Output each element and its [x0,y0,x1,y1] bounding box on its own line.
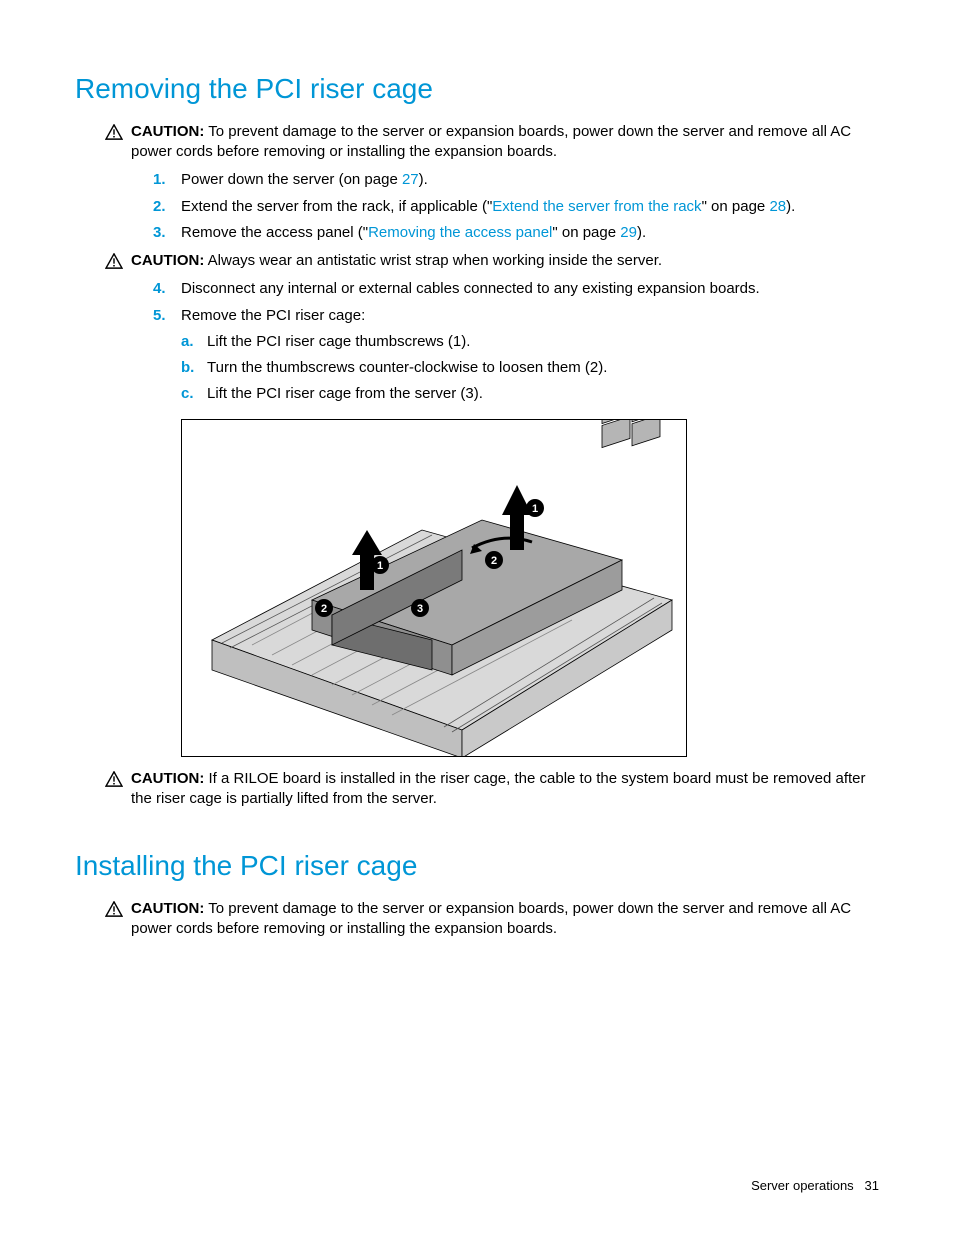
step-5: 5. Remove the PCI riser cage: a. Lift th… [153,306,879,411]
substep-text: Lift the PCI riser cage from the server … [207,384,483,404]
step-text: Remove the access panel (" [181,224,368,241]
caution-body: To prevent damage to the server or expan… [131,123,851,160]
step-text: Extend the server from the rack, if appl… [181,198,492,215]
section-heading-removing: Removing the PCI riser cage [75,70,879,108]
substep-marker: c. [181,384,207,404]
caution-block-1: CAUTION: To prevent damage to the server… [105,122,879,163]
caution-block-3: CAUTION: If a RILOE board is installed i… [105,769,879,810]
steps-list-2: 4. Disconnect any internal or external c… [153,279,879,410]
step-3: 3. Remove the access panel ("Removing th… [153,223,879,243]
caution-icon [105,124,123,140]
svg-text:3: 3 [417,603,423,615]
step-body: Remove the PCI riser cage: a. Lift the P… [181,306,879,411]
caution-body: To prevent damage to the server or expan… [131,900,851,937]
caution-text-1: CAUTION: To prevent damage to the server… [131,122,879,163]
substep-text: Lift the PCI riser cage thumbscrews (1). [207,332,470,352]
svg-text:1: 1 [532,503,538,515]
caution-label: CAUTION: [131,123,204,140]
xref-access-panel[interactable]: Removing the access panel [368,224,552,241]
caution-icon [105,253,123,269]
caution-icon [105,771,123,787]
step-marker: 4. [153,279,181,299]
caution-body: If a RILOE board is installed in the ris… [131,770,866,807]
figure-pci-riser-cage: 1 1 2 2 3 [181,419,687,757]
step-text: ). [637,224,646,241]
page-link-27[interactable]: 27 [402,171,419,188]
footer-section: Server operations [751,1178,854,1193]
step-text: Power down the server (on page [181,171,402,188]
caution-block-2: CAUTION: Always wear an antistatic wrist… [105,251,879,271]
section-heading-installing: Installing the PCI riser cage [75,847,879,885]
caution-text-4: CAUTION: To prevent damage to the server… [131,899,879,940]
footer-page-number: 31 [865,1178,879,1193]
substep-text: Turn the thumbscrews counter-clockwise t… [207,358,607,378]
step-marker: 2. [153,197,181,217]
step-text: " on page [702,198,770,215]
substeps-list: a. Lift the PCI riser cage thumbscrews (… [181,332,879,405]
step-text: Remove the PCI riser cage: [181,307,365,324]
xref-extend-server[interactable]: Extend the server from the rack [492,198,701,215]
step-body: Extend the server from the rack, if appl… [181,197,879,217]
svg-text:1: 1 [377,560,383,572]
caution-body: Always wear an antistatic wrist strap wh… [208,252,662,269]
step-body: Remove the access panel ("Removing the a… [181,223,879,243]
step-4: 4. Disconnect any internal or external c… [153,279,879,299]
substep-a: a. Lift the PCI riser cage thumbscrews (… [181,332,879,352]
caution-block-4: CAUTION: To prevent damage to the server… [105,899,879,940]
page-link-28[interactable]: 28 [769,198,786,215]
page-link-29[interactable]: 29 [620,224,637,241]
step-marker: 5. [153,306,181,411]
caution-label: CAUTION: [131,900,204,917]
step-text: ). [786,198,795,215]
step-marker: 1. [153,170,181,190]
caution-label: CAUTION: [131,252,204,269]
substep-marker: b. [181,358,207,378]
caution-icon [105,901,123,917]
steps-list-1: 1. Power down the server (on page 27). 2… [153,170,879,243]
caution-label: CAUTION: [131,770,204,787]
step-body: Power down the server (on page 27). [181,170,879,190]
caution-text-2: CAUTION: Always wear an antistatic wrist… [131,251,879,271]
substep-b: b. Turn the thumbscrews counter-clockwis… [181,358,879,378]
substep-marker: a. [181,332,207,352]
page-footer: Server operations 31 [751,1177,879,1195]
substep-c: c. Lift the PCI riser cage from the serv… [181,384,879,404]
caution-text-3: CAUTION: If a RILOE board is installed i… [131,769,879,810]
step-1: 1. Power down the server (on page 27). [153,170,879,190]
step-marker: 3. [153,223,181,243]
step-body: Disconnect any internal or external cabl… [181,279,879,299]
step-2: 2. Extend the server from the rack, if a… [153,197,879,217]
step-text: " on page [552,224,620,241]
svg-text:2: 2 [321,603,327,615]
step-text: ). [419,171,428,188]
svg-text:2: 2 [491,555,497,567]
